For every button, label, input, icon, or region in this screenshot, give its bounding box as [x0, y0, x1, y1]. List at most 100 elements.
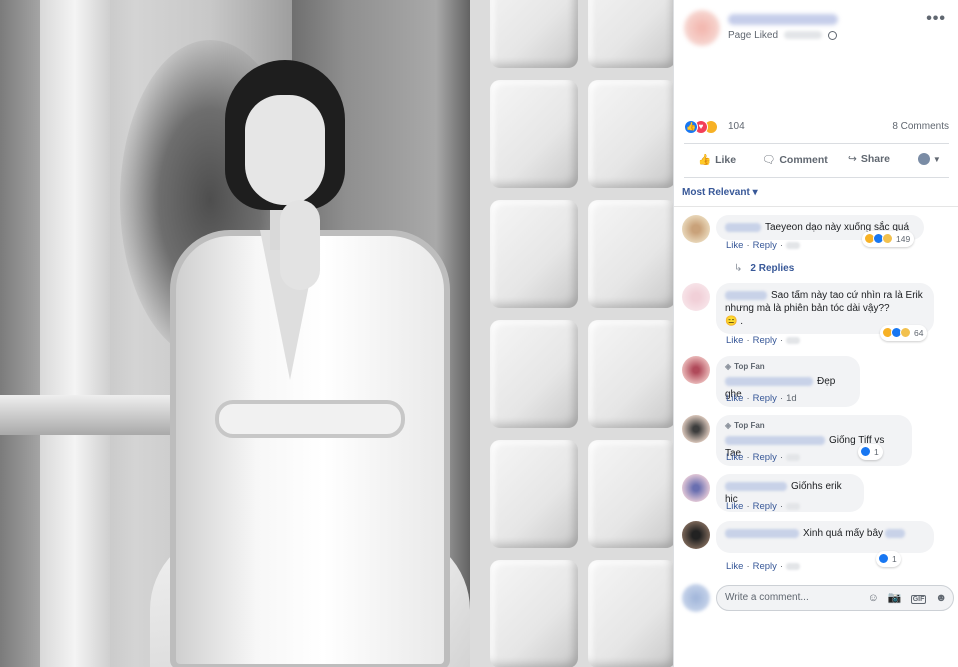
commenter-avatar[interactable]: [682, 415, 710, 443]
camera-icon[interactable]: 📷: [888, 592, 902, 604]
comment-reply-link[interactable]: Reply: [753, 335, 777, 346]
sad-reaction-icon: [900, 327, 911, 338]
comment-actions: Like · Reply ·: [726, 335, 801, 346]
person-jacket: [170, 230, 450, 667]
separator-dot: ·: [746, 393, 750, 404]
comment-reactions[interactable]: 64: [880, 325, 928, 341]
photo-viewer: Page Liked ••• ♥ 👍 104 8 Comments 👍 Like …: [0, 0, 958, 667]
wall-tile: [490, 320, 578, 428]
comment-like-link[interactable]: Like: [726, 393, 743, 404]
comment-time-blurred: [786, 502, 801, 510]
comment-composer: Write a comment... ☺ 📷 GIF ☻: [682, 584, 954, 612]
wall-tile: [490, 80, 578, 188]
commenter-avatar[interactable]: [682, 521, 710, 549]
emoji-icon[interactable]: ☺: [868, 592, 879, 604]
comment-reaction-count: 64: [914, 328, 924, 338]
diamond-icon: ◈: [725, 421, 732, 430]
comment-like-link[interactable]: Like: [726, 240, 743, 251]
page-avatar[interactable]: [684, 10, 720, 46]
separator-dot: ·: [746, 561, 750, 572]
comment-reactions[interactable]: 1: [858, 444, 883, 460]
comment-text: Xinh quá mấy bây: [803, 528, 884, 539]
composer-icons: ☺ 📷 GIF ☻: [862, 591, 947, 604]
post-photo[interactable]: [0, 0, 673, 667]
like-reaction-icon: [860, 446, 871, 457]
share-button[interactable]: ↪ Share: [848, 153, 890, 165]
commenter-avatar[interactable]: [682, 356, 710, 384]
wall-tile: [490, 0, 578, 68]
sort-comments-dropdown[interactable]: Most Relevant ▾: [682, 187, 758, 198]
share-arrow-icon: ↪: [848, 153, 857, 165]
comment-actions: Like · Reply ·: [726, 452, 801, 463]
speech-bubble-icon: 🗨: [762, 154, 776, 166]
comments-count-link[interactable]: 8 Comments: [892, 121, 949, 132]
comment-reactions[interactable]: 149: [862, 231, 915, 247]
like-button[interactable]: 👍 Like: [698, 153, 736, 166]
top-fan-label: Top Fan: [734, 362, 765, 371]
photo-person: [130, 60, 470, 667]
comment-item: Taeyeon dạo này xuống sắc quá 149 Like · R…: [682, 215, 954, 280]
comment-reaction-count: 1: [892, 554, 897, 564]
like-reaction-icon: [878, 553, 889, 564]
globe-icon: [827, 30, 837, 40]
commenter-name-blurred[interactable]: [725, 376, 813, 386]
comment-actions: Like · Reply ·: [726, 240, 801, 251]
photo-tile-wall: [470, 0, 673, 667]
view-replies-link[interactable]: ↳ 2 Replies: [734, 263, 794, 274]
wall-tile: [588, 80, 673, 188]
commenter-name-blurred[interactable]: [725, 528, 799, 538]
comment-like-link[interactable]: Like: [726, 335, 743, 346]
commenter-avatar[interactable]: [682, 474, 710, 502]
separator-dot: ·: [746, 501, 750, 512]
reaction-count[interactable]: 104: [728, 121, 745, 132]
comment-reply-link[interactable]: Reply: [753, 452, 777, 463]
thumbs-up-icon: 👍: [698, 154, 712, 166]
sticker-icon[interactable]: ☻: [935, 592, 947, 604]
wall-tile: [490, 440, 578, 548]
comment-item: ◈ Top Fan Đẹp ghe Like · Reply · 1d: [682, 356, 954, 407]
commenter-name-blurred[interactable]: [725, 435, 825, 445]
comment-reactions[interactable]: 1: [876, 551, 901, 567]
comment-actions: Like · Reply ·: [726, 561, 801, 572]
wall-tile: [490, 560, 578, 667]
comment-time-blurred: [786, 241, 801, 249]
comment-button-label: Comment: [779, 154, 828, 166]
post-date-blurred[interactable]: [783, 31, 822, 40]
person-face: [245, 95, 325, 205]
commenter-name-blurred[interactable]: [725, 222, 761, 232]
identity-selector[interactable]: ▼: [918, 153, 941, 166]
comment-reply-link[interactable]: Reply: [753, 240, 777, 251]
commenter-avatar[interactable]: [682, 215, 710, 243]
comment-time[interactable]: 1d: [786, 393, 797, 404]
commenter-name-blurred[interactable]: [725, 481, 787, 491]
diamond-icon: ◈: [725, 362, 732, 371]
separator-dot: ·: [779, 561, 784, 572]
comment-reply-link[interactable]: Reply: [753, 501, 777, 512]
comment-input[interactable]: Write a comment... ☺ 📷 GIF ☻: [716, 585, 954, 611]
page-liked-status: Page Liked: [728, 30, 837, 41]
separator-dot: ·: [779, 335, 784, 346]
comment-like-link[interactable]: Like: [726, 561, 743, 572]
comment-reply-link[interactable]: Reply: [753, 561, 777, 572]
comment-reply-link[interactable]: Reply: [753, 393, 777, 404]
share-button-label: Share: [860, 153, 890, 165]
sad-reaction-icon: [882, 233, 893, 244]
commenter-name-blurred[interactable]: [725, 290, 767, 300]
wall-tile: [588, 440, 673, 548]
comment-reaction-count: 1: [874, 447, 879, 457]
separator-dot: ·: [779, 452, 784, 463]
reply-arrow-icon: ↳: [734, 263, 743, 274]
person-hand: [280, 200, 320, 290]
top-fan-label: Top Fan: [734, 421, 765, 430]
more-options-button[interactable]: •••: [926, 10, 946, 28]
post-header: Page Liked •••: [684, 10, 954, 50]
comment-like-link[interactable]: Like: [726, 452, 743, 463]
page-name-blurred[interactable]: [728, 14, 838, 25]
like-button-label: Like: [715, 154, 737, 166]
emoji-text: 😑 .: [725, 316, 744, 327]
comment-like-link[interactable]: Like: [726, 501, 743, 512]
wall-tile: [490, 200, 578, 308]
person-arm: [215, 400, 405, 438]
gif-icon[interactable]: GIF: [910, 595, 927, 604]
commenter-avatar[interactable]: [682, 283, 710, 311]
